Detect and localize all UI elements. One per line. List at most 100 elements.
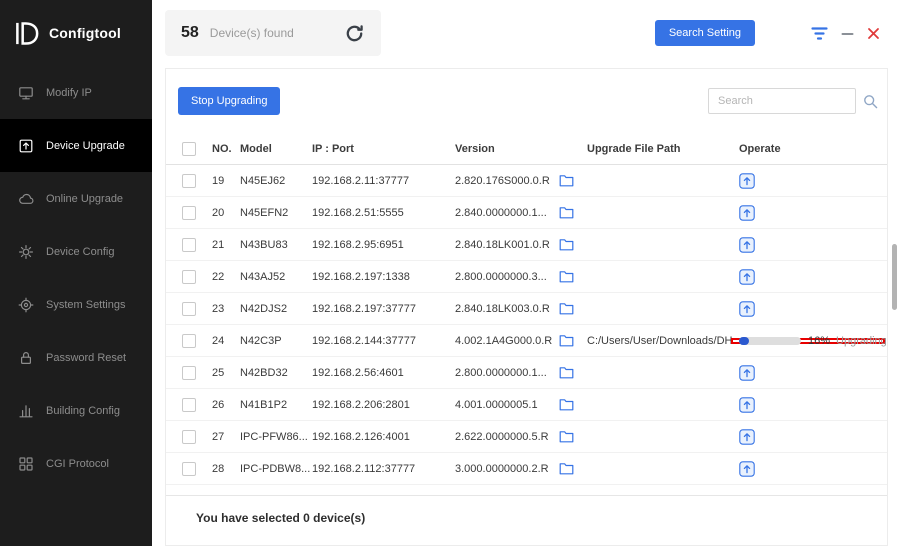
- row-ip-port: 192.168.2.197:37777: [312, 303, 455, 315]
- device-config-icon: [18, 244, 34, 260]
- filter-dropdown-icon[interactable]: [811, 27, 828, 40]
- sidebar-item-device-upgrade[interactable]: Device Upgrade: [0, 119, 152, 172]
- online-upgrade-icon: [18, 191, 34, 207]
- operate-cell: [739, 173, 887, 189]
- row-checkbox[interactable]: [182, 174, 196, 188]
- upload-icon[interactable]: [739, 173, 755, 189]
- upload-icon[interactable]: [739, 269, 755, 285]
- operate-cell: [739, 237, 887, 253]
- search-icon[interactable]: [862, 93, 879, 110]
- row-file-path: C:/Users/User/Downloads/DH...: [587, 335, 739, 347]
- row-no: 24: [212, 335, 240, 347]
- table-row: 19N45EJ62192.168.2.11:377772.820.176S000…: [166, 165, 887, 197]
- folder-icon[interactable]: [559, 206, 574, 219]
- minimize-icon[interactable]: [841, 27, 854, 40]
- folder-icon[interactable]: [559, 430, 574, 443]
- folder-icon[interactable]: [559, 174, 574, 187]
- operate-cell: [739, 397, 887, 413]
- operate-cell: [739, 269, 887, 285]
- close-icon[interactable]: [867, 27, 880, 40]
- row-checkbox[interactable]: [182, 366, 196, 380]
- folder-icon[interactable]: [559, 238, 574, 251]
- device-upgrade-icon: [18, 138, 34, 154]
- search-area: [708, 88, 879, 114]
- row-checkbox[interactable]: [182, 462, 196, 476]
- folder-icon[interactable]: [559, 366, 574, 379]
- sidebar-item-modify-ip[interactable]: Modify IP: [0, 66, 152, 119]
- folder-icon[interactable]: [559, 334, 574, 347]
- select-all-checkbox[interactable]: [182, 142, 196, 156]
- upload-icon[interactable]: [739, 397, 755, 413]
- folder-icon[interactable]: [559, 302, 574, 315]
- row-model: N45EFN2: [240, 207, 312, 219]
- table-row: 23N42DJS2192.168.2.197:377772.840.18LK00…: [166, 293, 887, 325]
- sidebar-item-password-reset[interactable]: Password Reset: [0, 331, 152, 384]
- sidebar-item-system-settings[interactable]: System Settings: [0, 278, 152, 331]
- sidebar-item-device-config[interactable]: Device Config: [0, 225, 152, 278]
- table-row: 24N42C3P192.168.2.144:377774.002.1A4G000…: [166, 325, 887, 357]
- sidebar-item-cgi-protocol[interactable]: CGI Protocol: [0, 437, 152, 490]
- row-no: 19: [212, 175, 240, 187]
- main-area: 58 Device(s) found Search Setting: [152, 0, 900, 546]
- row-version: 4.001.0000005.1: [455, 399, 559, 411]
- row-checkbox[interactable]: [182, 270, 196, 284]
- operate-cell: [739, 205, 887, 221]
- sidebar-nav: Modify IP Device Upgrade Online Upgrade Dev…: [0, 66, 152, 490]
- row-ip-port: 192.168.2.95:6951: [312, 239, 455, 251]
- row-ip-port: 192.168.2.56:4601: [312, 367, 455, 379]
- sidebar-item-label: Device Upgrade: [46, 140, 125, 152]
- row-checkbox[interactable]: [182, 334, 196, 348]
- upload-icon[interactable]: [739, 301, 755, 317]
- app-logo-area: Configtool: [0, 0, 152, 66]
- topbar: 58 Device(s) found Search Setting: [152, 0, 900, 66]
- device-upgrade-panel: Stop Upgrading NO. Model IP : Port Ve: [165, 68, 888, 546]
- row-ip-port: 192.168.2.126:4001: [312, 431, 455, 443]
- cgi-protocol-icon: [18, 456, 34, 472]
- upload-icon[interactable]: [739, 237, 755, 253]
- sidebar-item-label: Device Config: [46, 246, 114, 258]
- table-row: 27IPC-PFW86...192.168.2.126:40012.622.00…: [166, 421, 887, 453]
- topbar-right: Search Setting: [655, 20, 880, 46]
- sidebar-item-building-config[interactable]: Building Config: [0, 384, 152, 437]
- upload-icon[interactable]: [739, 365, 755, 381]
- row-checkbox[interactable]: [182, 206, 196, 220]
- operate-cell: [739, 429, 887, 445]
- sidebar-item-online-upgrade[interactable]: Online Upgrade: [0, 172, 152, 225]
- row-checkbox[interactable]: [182, 238, 196, 252]
- progress-status: Upgrading: [836, 335, 887, 347]
- row-ip-port: 192.168.2.206:2801: [312, 399, 455, 411]
- table-row: 20N45EFN2192.168.2.51:55552.840.0000000.…: [166, 197, 887, 229]
- row-version: 2.800.0000000.3...: [455, 271, 559, 283]
- row-version: 2.800.0000000.1...: [455, 367, 559, 379]
- sidebar-item-label: CGI Protocol: [46, 458, 109, 470]
- device-count-box: 58 Device(s) found: [165, 10, 381, 56]
- password-reset-icon: [18, 350, 34, 366]
- upload-icon[interactable]: [739, 429, 755, 445]
- selection-summary: You have selected 0 device(s): [166, 495, 887, 545]
- sidebar-item-label: Modify IP: [46, 87, 92, 99]
- folder-icon[interactable]: [559, 398, 574, 411]
- row-checkbox[interactable]: [182, 430, 196, 444]
- upload-icon[interactable]: [739, 205, 755, 221]
- row-checkbox[interactable]: [182, 398, 196, 412]
- row-ip-port: 192.168.2.11:37777: [312, 175, 455, 187]
- folder-icon[interactable]: [559, 462, 574, 475]
- row-ip-port: 192.168.2.51:5555: [312, 207, 455, 219]
- search-input[interactable]: [708, 88, 856, 114]
- upload-icon[interactable]: [739, 461, 755, 477]
- refresh-icon[interactable]: [344, 23, 365, 44]
- operate-cell: [739, 461, 887, 477]
- window-controls: [811, 27, 880, 40]
- search-setting-button[interactable]: Search Setting: [655, 20, 755, 46]
- table-row: 21N43BU83192.168.2.95:69512.840.18LK001.…: [166, 229, 887, 261]
- stop-upgrading-button[interactable]: Stop Upgrading: [178, 87, 280, 115]
- table-body: 19N45EJ62192.168.2.11:377772.820.176S000…: [166, 165, 887, 485]
- row-model: N45EJ62: [240, 175, 312, 187]
- folder-icon[interactable]: [559, 270, 574, 283]
- building-config-icon: [18, 403, 34, 419]
- vertical-scrollbar[interactable]: [892, 244, 897, 310]
- row-checkbox[interactable]: [182, 302, 196, 316]
- row-version: 2.840.18LK003.0.R: [455, 303, 559, 315]
- sidebar-item-label: System Settings: [46, 299, 125, 311]
- row-no: 27: [212, 431, 240, 443]
